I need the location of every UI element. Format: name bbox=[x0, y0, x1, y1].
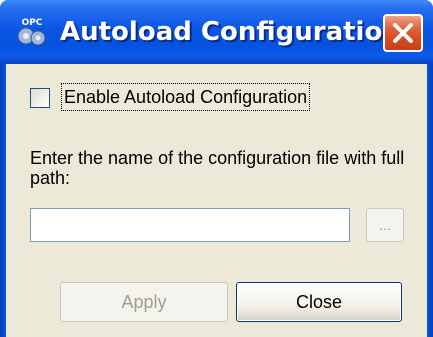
close-button[interactable]: Close bbox=[236, 282, 402, 322]
window-title: Autoload Configuration bbox=[60, 17, 401, 47]
title-bar[interactable]: OPC Autoload Configuration bbox=[0, 0, 433, 64]
autoload-config-dialog: OPC Autoload Configuration Enable Autolo… bbox=[0, 0, 433, 337]
svg-text:OPC: OPC bbox=[22, 18, 43, 28]
enable-autoload-label[interactable]: Enable Autoload Configuration bbox=[60, 83, 311, 111]
apply-button[interactable]: Apply bbox=[60, 282, 228, 322]
config-path-input[interactable] bbox=[30, 208, 350, 242]
enable-autoload-checkbox[interactable] bbox=[30, 88, 50, 108]
browse-button[interactable]: ... bbox=[366, 208, 404, 242]
config-path-prompt: Enter the name of the configuration file… bbox=[30, 148, 405, 188]
window-frame-right bbox=[427, 64, 433, 337]
close-window-button[interactable] bbox=[383, 14, 423, 52]
opc-gear-icon: OPC bbox=[14, 14, 50, 50]
close-x-icon bbox=[393, 23, 413, 43]
